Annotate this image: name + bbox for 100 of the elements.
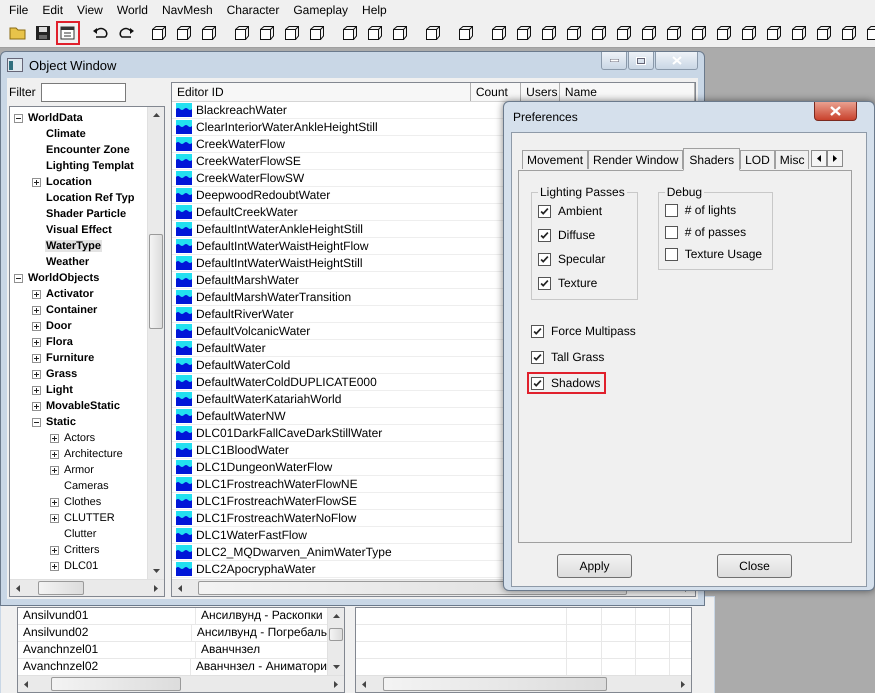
tree-item[interactable]: Location Ref Typ bbox=[45, 192, 136, 204]
tree-item[interactable]: CLUTTER bbox=[63, 512, 116, 524]
list-item[interactable]: DLC2_MQDwarven_AnimWaterType bbox=[196, 545, 392, 559]
scrollbar[interactable] bbox=[10, 579, 164, 596]
scrollbar[interactable] bbox=[327, 608, 344, 675]
list-item[interactable]: DefaultMarshWaterTransition bbox=[196, 290, 352, 304]
collapse-icon[interactable] bbox=[32, 418, 41, 426]
list-item[interactable]: DLC1WaterFastFlow bbox=[196, 528, 307, 542]
tree-item[interactable]: Cameras bbox=[63, 480, 110, 492]
expand-icon[interactable] bbox=[32, 306, 41, 314]
expand-icon[interactable] bbox=[32, 290, 41, 298]
tree-item[interactable]: MovableStatic bbox=[45, 400, 121, 412]
checkbox[interactable] bbox=[531, 376, 544, 390]
checkbox[interactable] bbox=[664, 226, 678, 238]
menu-item[interactable]: Gameplay bbox=[286, 2, 356, 16]
tree-item[interactable]: Door bbox=[45, 320, 73, 332]
menu-item[interactable]: NavMesh bbox=[154, 2, 220, 16]
tree-item[interactable]: Weather bbox=[45, 256, 90, 268]
checkbox[interactable] bbox=[664, 204, 678, 216]
expand-icon[interactable] bbox=[50, 562, 59, 570]
list-item[interactable]: BlackreachWater bbox=[196, 103, 287, 117]
scrollbar-thumb[interactable] bbox=[38, 581, 84, 595]
toolbar-button[interactable] bbox=[56, 21, 80, 45]
tree-item[interactable]: Clutter bbox=[63, 528, 98, 540]
tab[interactable]: Shaders bbox=[683, 148, 740, 171]
list-item[interactable]: DLC1BloodWater bbox=[196, 443, 289, 457]
tree-item[interactable]: Container bbox=[45, 304, 98, 316]
list-item[interactable]: DefaultIntWaterWaistHeightStill bbox=[196, 256, 362, 270]
menu-item[interactable]: Help bbox=[355, 2, 394, 16]
tree-item[interactable]: Armor bbox=[63, 464, 95, 476]
checkbox[interactable] bbox=[531, 350, 544, 364]
column-header[interactable]: Name bbox=[560, 83, 695, 101]
list-item[interactable]: DefaultVolcanicWater bbox=[196, 324, 310, 338]
expand-icon[interactable] bbox=[32, 370, 41, 378]
tab-scroll-right-button[interactable] bbox=[827, 150, 844, 167]
list-item[interactable]: DLC1FrostreachWaterNoFlow bbox=[196, 511, 356, 525]
checkbox[interactable] bbox=[538, 204, 551, 218]
list-item[interactable]: DLC01DarkFallCaveDarkStillWater bbox=[196, 426, 382, 440]
menu-item[interactable]: Edit bbox=[35, 2, 70, 16]
column-header[interactable]: Editor ID bbox=[172, 83, 471, 101]
filter-field[interactable] bbox=[40, 82, 126, 102]
collapse-icon[interactable] bbox=[14, 114, 23, 122]
list-item[interactable]: CreekWaterFlow bbox=[196, 137, 285, 151]
menu-item[interactable]: View bbox=[70, 2, 110, 16]
tab[interactable]: LOD bbox=[740, 150, 775, 169]
list-item[interactable]: DefaultRiverWater bbox=[196, 307, 294, 321]
tab[interactable]: Render Window bbox=[588, 150, 684, 169]
expand-icon[interactable] bbox=[32, 402, 41, 410]
expand-icon[interactable] bbox=[32, 338, 41, 346]
expand-icon[interactable] bbox=[32, 386, 41, 394]
list-item[interactable]: DeepwoodRedoubtWater bbox=[196, 188, 330, 202]
tree-item[interactable]: Actors bbox=[63, 432, 96, 444]
checkbox[interactable] bbox=[538, 276, 551, 290]
list-item[interactable]: CreekWaterFlowSE bbox=[196, 154, 301, 168]
column-header[interactable]: Count bbox=[470, 83, 522, 101]
tree-item[interactable]: DLC01 bbox=[63, 560, 100, 572]
tree-item[interactable]: Clothes bbox=[63, 496, 102, 508]
checkbox[interactable] bbox=[664, 248, 678, 260]
minimize-button[interactable] bbox=[601, 52, 627, 70]
tree-item[interactable]: Light bbox=[45, 384, 74, 396]
tree-item[interactable]: Visual Effect bbox=[45, 224, 113, 236]
expand-icon[interactable] bbox=[32, 354, 41, 362]
scrollbar-thumb[interactable] bbox=[50, 677, 181, 691]
dialog-button[interactable]: Apply bbox=[557, 554, 632, 578]
tree-item[interactable]: Climate bbox=[45, 128, 87, 140]
tree-item[interactable]: Furniture bbox=[45, 352, 96, 364]
tree-item[interactable]: Lighting Templat bbox=[45, 160, 135, 172]
collapse-icon[interactable] bbox=[14, 274, 23, 282]
tree-item[interactable]: Critters bbox=[63, 544, 100, 556]
scrollbar-thumb[interactable] bbox=[149, 234, 163, 329]
scrollbar-thumb[interactable] bbox=[329, 628, 343, 642]
expand-icon[interactable] bbox=[32, 322, 41, 330]
tree-item[interactable]: Architecture bbox=[63, 448, 124, 460]
tree-item[interactable]: WorldData bbox=[27, 112, 84, 124]
expand-icon[interactable] bbox=[50, 450, 59, 458]
checkbox[interactable] bbox=[538, 252, 551, 266]
expand-icon[interactable] bbox=[50, 434, 59, 442]
tree-item[interactable]: Grass bbox=[45, 368, 78, 380]
tree-item[interactable]: Location bbox=[45, 176, 93, 188]
scrollbar-thumb[interactable] bbox=[382, 677, 608, 691]
maximize-button[interactable] bbox=[628, 52, 654, 70]
menu-item[interactable]: World bbox=[110, 2, 155, 16]
list-item[interactable]: DefaultMarshWater bbox=[196, 273, 299, 287]
close-button[interactable] bbox=[814, 102, 857, 121]
scrollbar[interactable] bbox=[147, 107, 164, 579]
expand-icon[interactable] bbox=[50, 466, 59, 474]
tree-item[interactable]: Encounter Zone bbox=[45, 144, 131, 156]
list-item[interactable]: DefaultWaterKatariahWorld bbox=[196, 392, 342, 406]
checkbox[interactable] bbox=[538, 228, 551, 242]
tab-scroll-left-button[interactable] bbox=[811, 150, 828, 167]
list-item[interactable]: DefaultCreekWater bbox=[196, 205, 298, 219]
list-item[interactable]: DLC1FrostreachWaterFlowNE bbox=[196, 477, 358, 491]
tree-item[interactable]: WorldObjects bbox=[27, 272, 100, 284]
checkbox[interactable] bbox=[531, 324, 544, 338]
tree-item[interactable]: Activator bbox=[45, 288, 95, 300]
list-item[interactable]: DefaultWaterNW bbox=[196, 409, 286, 423]
list-item[interactable]: DefaultIntWaterWaistHeightFlow bbox=[196, 239, 368, 253]
list-item[interactable]: DefaultWaterColdDUPLICATE000 bbox=[196, 375, 377, 389]
scrollbar[interactable] bbox=[18, 675, 344, 692]
tab[interactable]: Movement bbox=[522, 150, 588, 169]
